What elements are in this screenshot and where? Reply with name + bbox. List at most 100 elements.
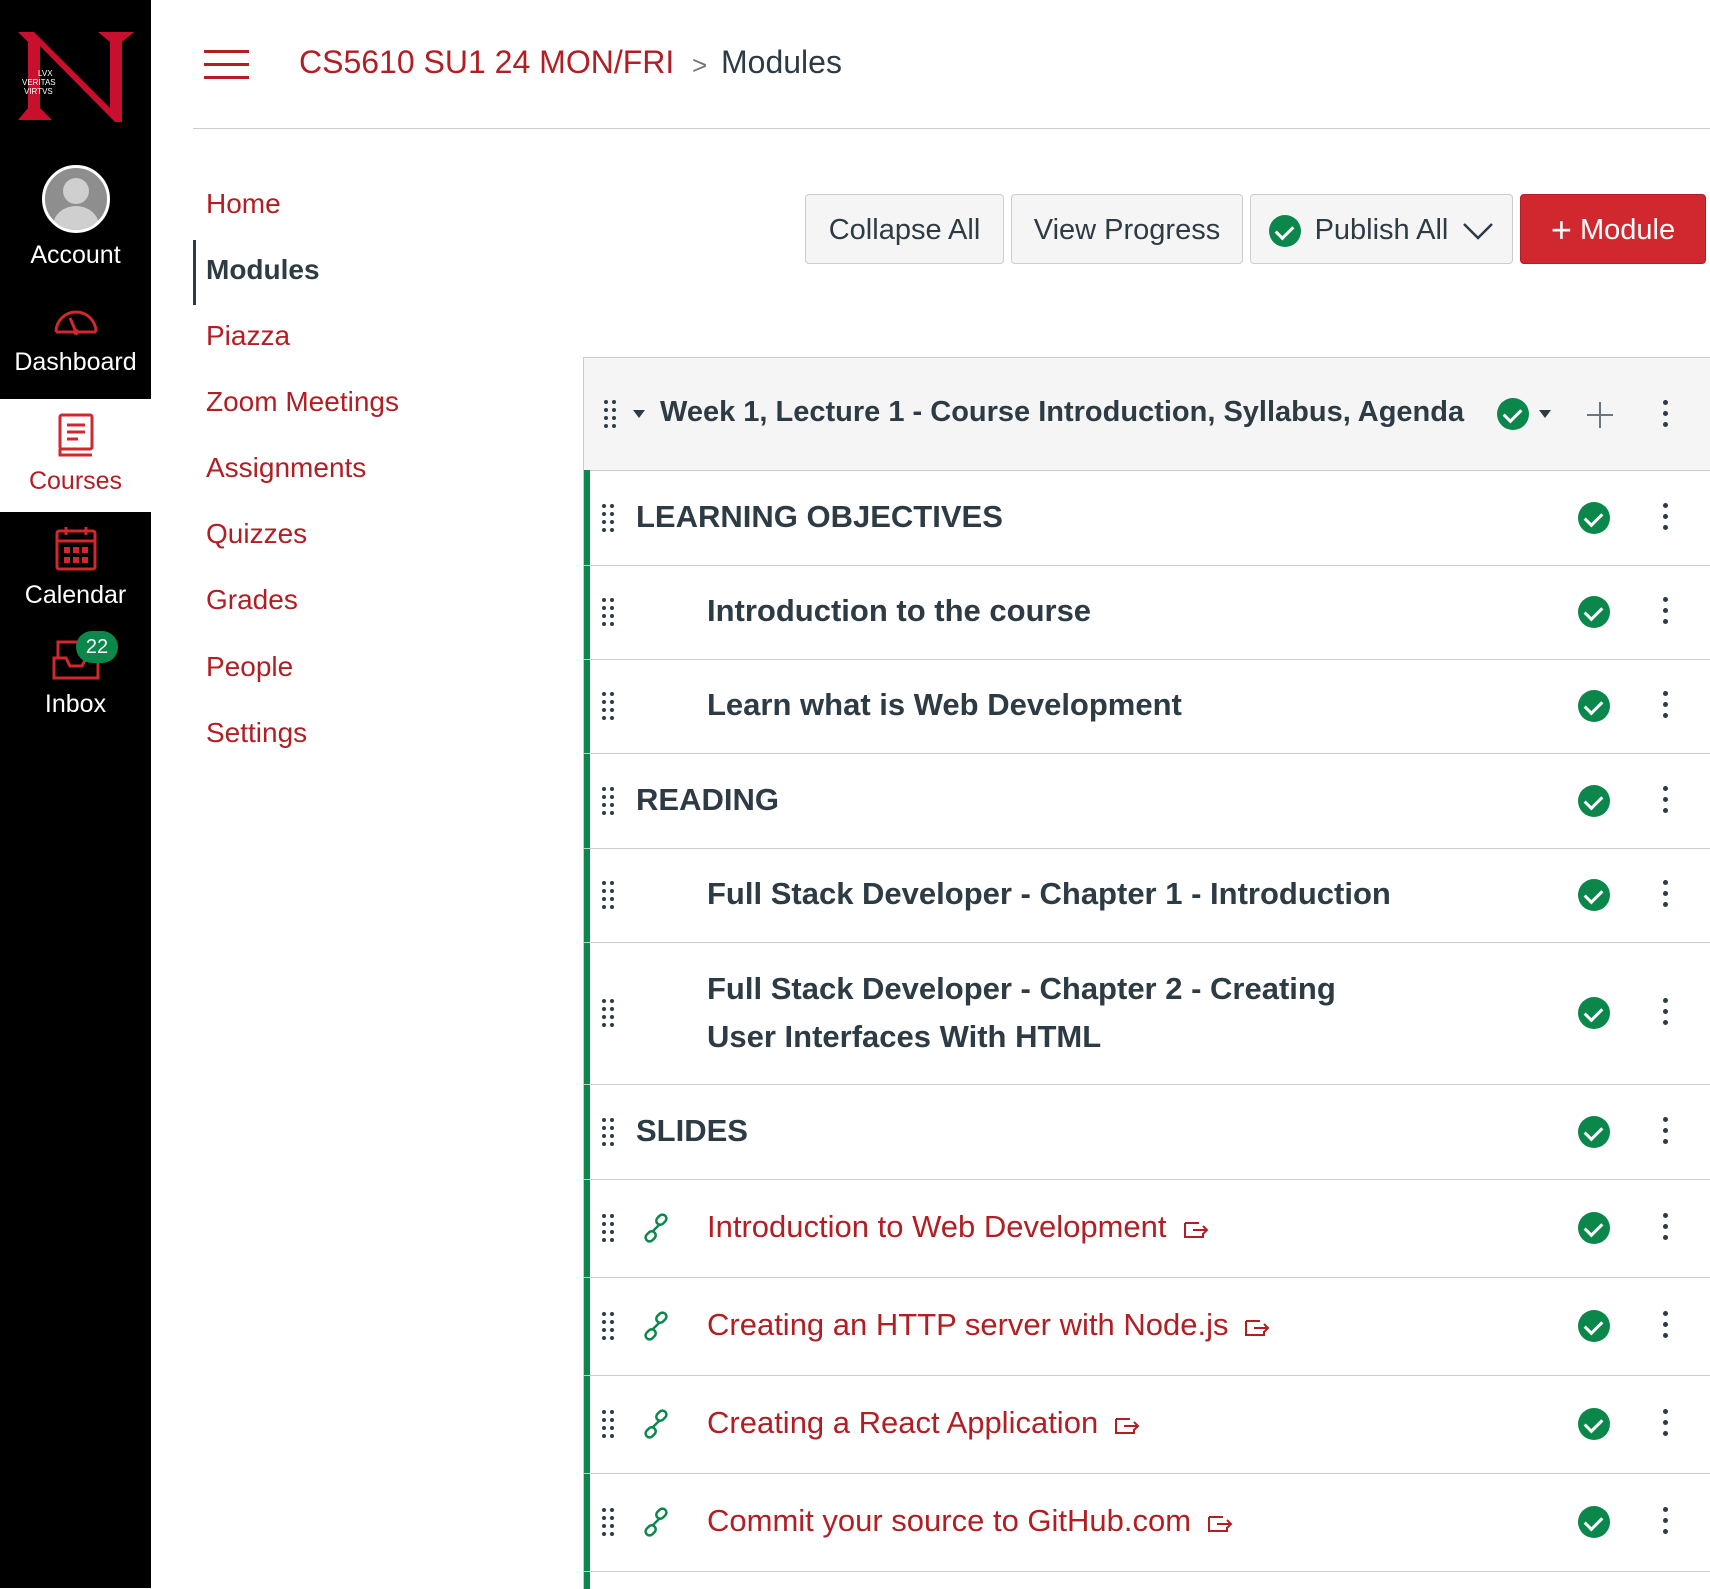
item-options-kebab-icon[interactable] bbox=[1663, 998, 1669, 1028]
module-options-kebab-icon[interactable] bbox=[1663, 400, 1669, 430]
item-options-kebab-icon[interactable] bbox=[1663, 1507, 1669, 1537]
drag-handle-icon[interactable] bbox=[602, 1214, 616, 1242]
drag-handle-icon[interactable] bbox=[602, 1508, 616, 1536]
publish-all-button[interactable]: Publish All bbox=[1250, 194, 1513, 264]
item-published-icon[interactable] bbox=[1578, 997, 1610, 1029]
svg-text:VERITAS: VERITAS bbox=[22, 78, 56, 87]
drag-handle-icon[interactable] bbox=[602, 1410, 616, 1438]
item-published-icon[interactable] bbox=[1578, 501, 1610, 534]
publish-options-caret-icon[interactable] bbox=[1539, 410, 1551, 418]
item-published-icon[interactable] bbox=[1578, 596, 1610, 628]
module-subheader-row[interactable]: Learn what is Web Development bbox=[584, 659, 1710, 754]
text-subheader: Full Stack Developer - Chapter 1 - Intro… bbox=[707, 876, 1391, 912]
item-published-icon[interactable] bbox=[1578, 879, 1610, 911]
module-item-title: Full Stack Developer - Chapter 2 - Creat… bbox=[707, 971, 1336, 1054]
course-nav-people[interactable]: People bbox=[206, 651, 293, 683]
global-nav: LVX VERITAS VIRTVS Account Dashboard Cou… bbox=[0, 0, 151, 1588]
item-published-icon[interactable] bbox=[1578, 1115, 1610, 1148]
item-options-kebab-icon[interactable] bbox=[1663, 785, 1669, 816]
text-header: SLIDES bbox=[636, 1113, 748, 1149]
text-subheader: Introduction to the course bbox=[707, 593, 1091, 629]
drag-handle-icon[interactable] bbox=[602, 1117, 616, 1146]
course-nav-assignments[interactable]: Assignments bbox=[206, 452, 366, 484]
drag-handle-icon[interactable] bbox=[602, 692, 616, 720]
breadcrumb-course-link[interactable]: CS5610 SU1 24 MON/FRI bbox=[299, 44, 674, 81]
drag-handle-icon[interactable] bbox=[602, 786, 616, 815]
external-link-chain-icon bbox=[644, 1311, 668, 1341]
calendar-label: Calendar bbox=[24, 581, 127, 609]
collapse-caret-icon[interactable] bbox=[633, 410, 645, 418]
item-options-kebab-icon[interactable] bbox=[1663, 1311, 1669, 1341]
item-options-kebab-icon[interactable] bbox=[1663, 1213, 1669, 1243]
module-item-link[interactable]: Introduction to Web Development bbox=[707, 1209, 1209, 1245]
item-published-icon[interactable] bbox=[1578, 1506, 1610, 1538]
module-item-link-row[interactable]: Creating an HTTP server with Node.js bbox=[584, 1277, 1710, 1376]
module-text-header-row[interactable]: SLIDES bbox=[584, 1084, 1710, 1180]
item-published-icon[interactable] bbox=[1578, 1408, 1610, 1440]
text-subheader: Learn what is Web Development bbox=[707, 687, 1182, 723]
module-text-header-row[interactable]: LEARNING OBJECTIVES bbox=[584, 470, 1710, 566]
open-in-new-tab-icon bbox=[1245, 1319, 1270, 1336]
university-logo[interactable]: LVX VERITAS VIRTVS bbox=[0, 0, 151, 150]
global-nav-calendar[interactable]: Calendar bbox=[0, 525, 151, 610]
module-item-link[interactable]: Commit your source to GitHub.com bbox=[707, 1503, 1233, 1539]
item-options-kebab-icon[interactable] bbox=[1663, 597, 1669, 627]
external-link-chain-icon bbox=[644, 1213, 668, 1243]
module-item-link[interactable]: Creating an HTTP server with Node.js bbox=[707, 1307, 1270, 1343]
external-link-chain-icon bbox=[644, 1507, 668, 1537]
module-item-link[interactable]: Creating a React Application bbox=[707, 1405, 1140, 1441]
module-subheader-row[interactable]: Introduction to the course bbox=[584, 565, 1710, 660]
item-published-icon[interactable] bbox=[1578, 1212, 1610, 1244]
drag-handle-icon[interactable] bbox=[602, 503, 616, 532]
module-item-link-row[interactable]: Creating a React Application bbox=[584, 1375, 1710, 1474]
add-module-label: Module bbox=[1579, 214, 1676, 246]
module-subheader-row[interactable]: Full Stack Developer - Chapter 1 - Intro… bbox=[584, 848, 1710, 943]
course-nav-piazza[interactable]: Piazza bbox=[206, 320, 290, 352]
global-nav-courses[interactable]: Courses bbox=[0, 399, 151, 512]
courses-label: Courses bbox=[28, 467, 123, 495]
drag-handle-icon[interactable] bbox=[602, 881, 616, 909]
item-options-kebab-icon[interactable] bbox=[1663, 691, 1669, 721]
item-options-kebab-icon[interactable] bbox=[1663, 880, 1669, 910]
collapse-all-button[interactable]: Collapse All bbox=[805, 194, 1004, 264]
course-nav-modules[interactable]: Modules bbox=[206, 254, 320, 286]
drag-handle-icon[interactable] bbox=[602, 1312, 616, 1340]
drag-handle-icon[interactable] bbox=[602, 598, 616, 626]
breadcrumb-separator: > bbox=[692, 50, 708, 80]
module-item-link-row[interactable]: Commit your source to GitHub.com bbox=[584, 1473, 1710, 1572]
publish-all-label: Publish All bbox=[1314, 214, 1449, 246]
item-published-icon[interactable] bbox=[1578, 784, 1610, 817]
svg-text:VIRTVS: VIRTVS bbox=[24, 87, 53, 96]
dashboard-label: Dashboard bbox=[14, 348, 137, 376]
global-nav-dashboard[interactable]: Dashboard bbox=[0, 300, 151, 377]
module-published-icon[interactable] bbox=[1497, 398, 1529, 430]
item-options-kebab-icon[interactable] bbox=[1663, 1116, 1669, 1147]
chevron-down-icon bbox=[1463, 223, 1494, 241]
course-menu-toggle-button[interactable] bbox=[204, 50, 249, 80]
calendar-icon bbox=[55, 527, 96, 571]
module-text-header-row[interactable]: READING bbox=[584, 753, 1710, 849]
drag-handle-icon[interactable] bbox=[602, 999, 616, 1027]
open-in-new-tab-icon bbox=[1115, 1417, 1140, 1434]
item-published-icon[interactable] bbox=[1578, 1310, 1610, 1342]
course-nav-settings[interactable]: Settings bbox=[206, 717, 307, 749]
item-published-icon[interactable] bbox=[1578, 690, 1610, 722]
module-subheader-row[interactable]: Full Stack Developer - Chapter 2 - Creat… bbox=[584, 942, 1710, 1085]
course-nav-grades[interactable]: Grades bbox=[206, 584, 298, 616]
speedometer-icon bbox=[54, 310, 97, 335]
global-nav-account[interactable]: Account bbox=[0, 165, 151, 270]
module-header[interactable]: Week 1, Lecture 1 - Course Introduction,… bbox=[584, 358, 1710, 471]
add-module-button[interactable]: + Module bbox=[1520, 194, 1706, 264]
course-nav-home[interactable]: Home bbox=[206, 188, 281, 220]
module-item-link-row[interactable]: Introduction to Web Development bbox=[584, 1179, 1710, 1278]
user-avatar-icon bbox=[41, 165, 110, 233]
view-progress-button[interactable]: View Progress bbox=[1011, 194, 1243, 264]
drag-handle-icon[interactable] bbox=[604, 400, 618, 428]
item-options-kebab-icon[interactable] bbox=[1663, 1409, 1669, 1439]
course-nav-quizzes[interactable]: Quizzes bbox=[206, 518, 307, 550]
add-item-plus-icon[interactable] bbox=[1587, 402, 1613, 428]
module-item-title: SLIDES bbox=[636, 1112, 748, 1148]
course-nav-zoom-meetings[interactable]: Zoom Meetings bbox=[206, 386, 399, 418]
svg-text:LVX: LVX bbox=[38, 69, 53, 78]
item-options-kebab-icon[interactable] bbox=[1663, 502, 1669, 533]
